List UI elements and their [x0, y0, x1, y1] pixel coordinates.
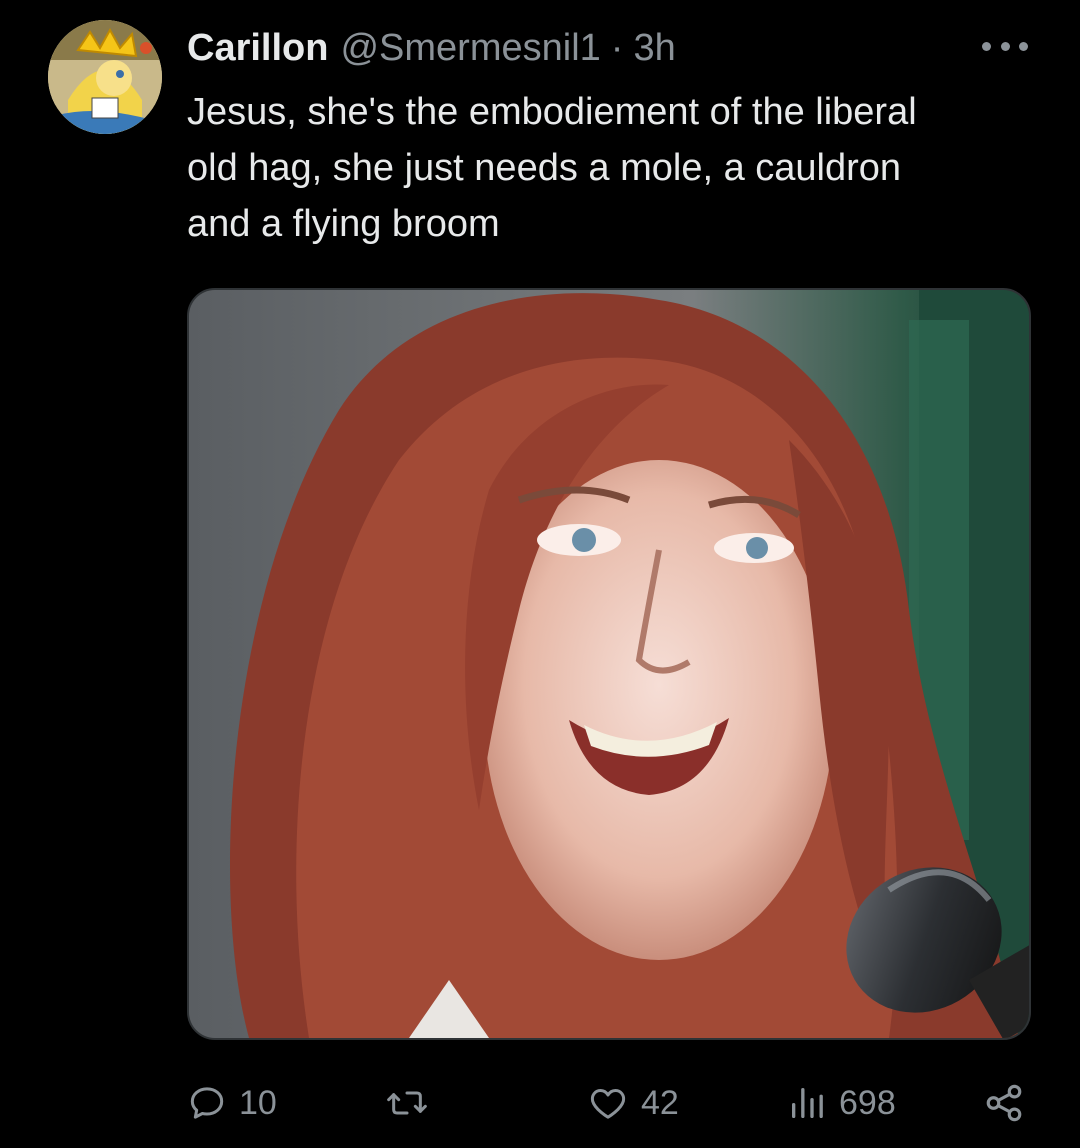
heart-icon	[590, 1089, 626, 1119]
tweet-header: Carillon @Smermesnil1 · 3h	[187, 24, 676, 72]
tweet-text: Jesus, she's the embodiement of the libe…	[187, 84, 1037, 252]
like-count: 42	[641, 1083, 679, 1122]
photo-woman-smiling-with-microphone-icon	[189, 290, 1029, 1038]
reply-button[interactable]: 10	[187, 1075, 277, 1131]
tweet-text-line: Jesus, she's the embodiement of the libe…	[187, 91, 917, 133]
tweet-media-photo[interactable]	[187, 288, 1031, 1040]
views-button[interactable]: 698	[787, 1075, 896, 1131]
more-options-icon[interactable]	[982, 34, 1028, 58]
views-count: 698	[839, 1083, 896, 1122]
retweet-button[interactable]	[385, 1075, 441, 1131]
like-button[interactable]: 42	[587, 1075, 679, 1131]
header-separator: ·	[610, 26, 624, 69]
tweet-actions-bar: 10 42 698	[187, 1075, 1037, 1131]
cartoon-avatar-icon	[48, 20, 162, 134]
reply-icon	[190, 1087, 224, 1119]
reply-count: 10	[239, 1083, 277, 1122]
share-button[interactable]	[983, 1075, 1025, 1131]
tweet-card[interactable]: Carillon @Smermesnil1 · 3h Jesus, she's …	[0, 0, 1080, 1148]
author-handle[interactable]: @Smermesnil1	[340, 27, 600, 70]
views-chart-icon	[792, 1088, 823, 1118]
tweet-text-line: and a flying broom	[187, 203, 500, 245]
tweet-text-line: old hag, she just needs a mole, a cauldr…	[187, 147, 902, 189]
retweet-icon	[387, 1091, 427, 1115]
share-icon	[986, 1084, 1022, 1122]
author-avatar[interactable]	[48, 20, 162, 134]
tweet-timestamp[interactable]: 3h	[633, 27, 675, 70]
author-display-name[interactable]: Carillon	[187, 27, 328, 70]
